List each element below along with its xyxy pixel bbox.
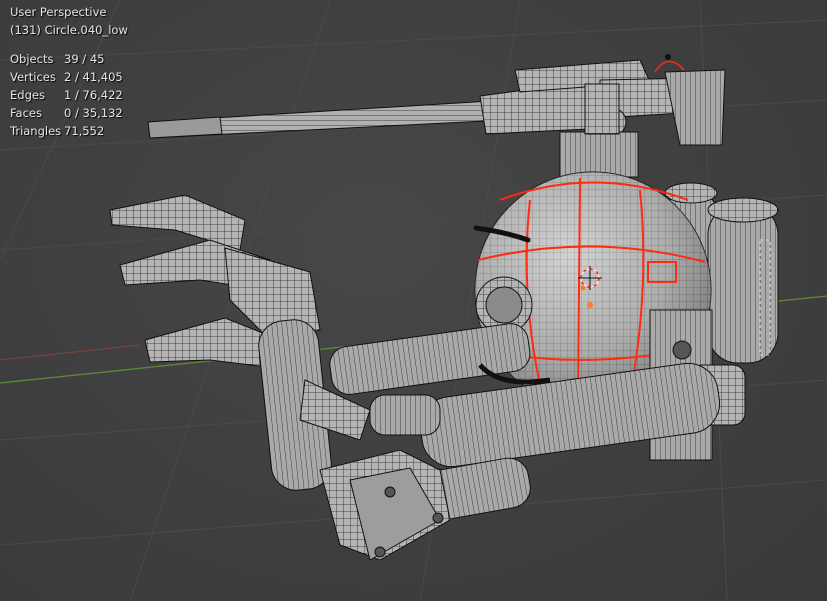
mech-model[interactable] xyxy=(0,0,827,601)
stat-label: Vertices xyxy=(10,70,56,84)
stat-label: Triangles xyxy=(10,124,62,138)
stat-row-faces: Faces 0 / 35,132 xyxy=(10,104,123,122)
stat-label: Objects xyxy=(10,52,54,66)
stat-value: 0 / 35,132 xyxy=(64,106,123,120)
stat-label: Faces xyxy=(10,106,42,120)
stat-value: 39 / 45 xyxy=(64,52,105,66)
stat-row-vertices: Vertices 2 / 41,405 xyxy=(10,68,123,86)
stat-row-edges: Edges 1 / 76,422 xyxy=(10,86,123,104)
stat-label: Edges xyxy=(10,88,45,102)
view-name: User Perspective xyxy=(10,5,107,19)
scene-statistics: Objects 39 / 45 Vertices 2 / 41,405 Edge… xyxy=(10,50,123,140)
stat-value: 2 / 41,405 xyxy=(64,70,123,84)
3d-viewport[interactable]: User Perspective (131) Circle.040_low Ob… xyxy=(0,0,827,601)
viewport-header: User Perspective (131) Circle.040_low xyxy=(10,3,128,39)
active-object-name: (131) Circle.040_low xyxy=(10,23,128,37)
gun-barrel[interactable] xyxy=(147,54,726,146)
stat-row-objects: Objects 39 / 45 xyxy=(10,50,123,68)
stat-value: 71,552 xyxy=(64,124,105,138)
stat-value: 1 / 76,422 xyxy=(64,88,123,102)
stat-row-triangles: Triangles 71,552 xyxy=(10,122,123,140)
